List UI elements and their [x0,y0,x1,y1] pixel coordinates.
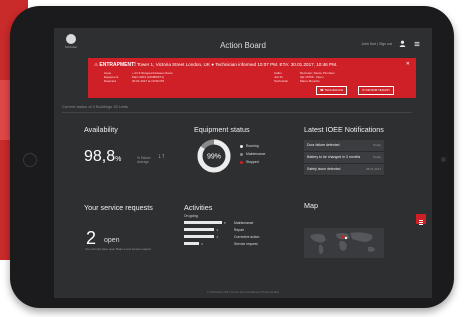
map-title: Map [304,201,318,210]
status-line: Current status of 4 Buildings 30 Units [62,104,129,109]
activity-bar [184,235,215,238]
service-status: open [104,237,120,244]
activities-title: Activities [184,203,213,212]
equipment-value: 99% [207,154,221,161]
world-map-graphic [310,232,375,254]
notification-text: Safety issue detected [307,167,341,172]
user-icon[interactable] [399,40,406,47]
entrapment-alert: ⚠ ENTRAPMENT! Tower 1, Victoria Street L… [88,58,416,98]
maintenance-dot-icon [240,152,243,156]
running-dot-icon [240,144,243,148]
notification-date: Today [372,155,381,160]
activity-label: Corrective action [234,234,260,239]
notifications-title: Latest IOEE Notifications [304,125,384,134]
alert-value: Marco Bonotto [300,79,320,83]
activity-bar [184,221,222,224]
inform-tenant-button-label: INFORM TENANT [365,88,390,92]
availability-title: Availability [84,125,118,134]
notification-text: Battery to be changed in 3 months [307,155,361,160]
activity-count: 4 [216,227,219,232]
legend-stopped-label: Stopped [246,160,259,164]
alert-technician-info: Technician informed 10:07 PM. ETA: 30.01… [215,62,338,67]
alert-location: Tower 1, Victoria Street London, UK [137,62,210,67]
equipment-status-title: Equipment status [194,125,250,134]
availability-number: 98,8 [84,148,116,165]
equipment-donut-chart: 99% [197,139,231,173]
alert-key: Technician [274,79,289,83]
availability-unit: % [115,156,122,163]
notification-text: Door failure detected [307,143,340,148]
alert-label: ENTRAPMENT! [99,62,136,68]
footer: © Schindler 2017 Terms and Conditions Pr… [206,290,280,294]
alert-key: Detected [104,79,117,83]
notification-item[interactable]: Door failure detected Today [304,140,384,152]
legend-maintenance: Maintenance [240,152,265,156]
world-map[interactable] [304,228,384,258]
app-screen: Schindler Action Board John Doe | Sign o… [54,28,432,298]
side-panel-toggle-icon[interactable] [416,214,426,225]
tablet-frame: Schindler Action Board John Doe | Sign o… [10,6,454,308]
availability-note: % Failure Average [137,156,151,164]
technician-button-label: TECHNICIAN [324,88,343,92]
activities-ongoing-label: On going [184,214,198,218]
technician-button[interactable]: ☎ TECHNICIAN [316,86,347,95]
notification-item[interactable]: Safety issue detected 28.01.2017 [304,164,384,176]
notification-item[interactable]: Battery to be changed in 3 months Today [304,152,384,164]
activity-bar [184,228,215,231]
alert-left-keys: Issue Equipment Detected [104,71,118,83]
legend-running: Running [240,144,259,148]
notification-date: 28.01.2017 [365,167,381,172]
legend-maintenance-label: Maintenance [246,152,266,156]
inform-tenant-button[interactable]: ✉ INFORM TENANT [358,86,394,95]
map-marker-icon[interactable] [344,236,348,240]
alert-left-values: + 01.6 Stopped between floors Main 0003 … [132,71,173,83]
top-bar: Schindler Action Board John Doe | Sign o… [54,28,432,58]
map-marker-icon[interactable] [341,235,345,239]
trend-arrows-icon: ↓↑ [158,153,165,160]
activity-count: 4 [216,234,219,239]
service-note[interactable]: You currently have open Make a new servi… [85,247,151,251]
alert-right-values: Recruiter, Stevie Pinnham QE 16766 - Ope… [300,71,335,83]
menu-icon[interactable] [414,41,420,47]
alert-right-keys: Caller Job ID Technician [274,71,288,83]
activity-bar [184,242,200,245]
legend-stopped: Stopped [240,160,259,164]
activity-label: Repair [234,227,244,232]
activity-label: Maintenance [234,220,254,225]
activity-count: 5 [224,220,226,225]
stopped-dot-icon [240,160,243,164]
alert-value: 30.01.2017 at 10:06 PM [132,79,165,83]
activity-label: Service request [234,241,258,246]
notification-date: Today [372,143,381,148]
divider [62,112,412,113]
legend-running-label: Running [246,144,259,148]
service-requests-title: Your service requests [84,203,153,212]
camera-icon [441,157,446,162]
home-button[interactable] [23,153,37,167]
availability-value: 98,8% [84,148,121,166]
close-icon[interactable]: ✕ [406,61,410,67]
user-sign-out-link[interactable]: John Doe | Sign out [361,42,392,46]
alert-headline: ⚠ ENTRAPMENT! Tower 1, Victoria Street L… [94,62,337,68]
activity-count: 2 [201,241,203,246]
service-count: 2 [86,228,97,248]
